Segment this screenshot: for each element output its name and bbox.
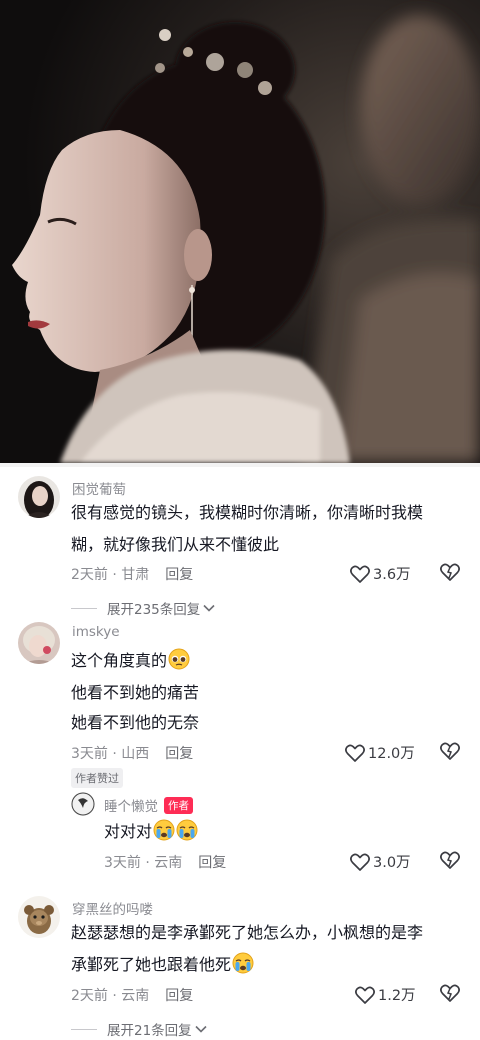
avatar[interactable]: [71, 792, 95, 816]
divider: [0, 463, 480, 467]
avatar[interactable]: [18, 622, 60, 664]
reply-button[interactable]: 回复: [198, 855, 226, 871]
divider-line: [71, 607, 97, 609]
comment-time-location: 3天前 · 云南: [104, 855, 183, 871]
comment-username[interactable]: 困觉葡萄: [72, 478, 126, 498]
expand-replies-label: 展开235条回复: [107, 602, 201, 618]
comment-username[interactable]: imskye: [72, 624, 120, 640]
comment-text-line: 承鄞死了她也跟着他死: [71, 950, 254, 980]
crying-face-emoji: [153, 819, 175, 841]
dislike-icon: [440, 742, 460, 760]
author-tag: 作者: [164, 797, 193, 814]
comment-text-line: 很有感觉的镜头，我模糊时你清晰，你清晰时我模: [71, 503, 424, 522]
dislike-icon: [440, 984, 460, 1002]
like-button[interactable]: 1.2万: [355, 984, 416, 1005]
comment-username[interactable]: 睡个懒觉: [104, 799, 158, 815]
dislike-button[interactable]: [440, 984, 460, 1006]
reply-username-row: 睡个懒觉 作者: [104, 795, 193, 815]
dislike-icon: [440, 563, 460, 581]
comment-meta: 2天前 · 甘肃 回复: [71, 564, 193, 584]
comment-meta: 2天前 · 云南 回复: [71, 985, 193, 1005]
comment-text-line: 对对对: [104, 817, 198, 847]
comment-text-line: 赵瑟瑟想的是李承鄞死了她怎么办，小枫想的是李: [71, 923, 424, 942]
comment-time-location: 3天前 · 山西: [71, 746, 150, 762]
expand-replies[interactable]: 展开21条回复: [71, 1019, 207, 1039]
video-still-image: [0, 0, 480, 463]
comment-text: 承鄞死了她也跟着他死: [71, 955, 232, 974]
chevron-down-icon: [203, 604, 215, 612]
comment-text-line: 这个角度真的: [71, 646, 190, 676]
video-frame[interactable]: [0, 0, 480, 463]
dislike-button[interactable]: [440, 563, 460, 585]
comment-time-location: 2天前 · 云南: [71, 988, 150, 1004]
like-button[interactable]: 3.6万: [350, 563, 411, 584]
comment-text-line: 糊，就好像我们从来不懂彼此: [71, 535, 280, 554]
reply-button[interactable]: 回复: [165, 567, 193, 583]
comment-text-line: 她看不到他的无奈: [71, 713, 200, 732]
comment-meta: 3天前 · 云南 回复: [104, 852, 226, 872]
comment-text: 对对对: [104, 822, 153, 841]
like-count: 3.6万: [373, 567, 411, 583]
like-count: 12.0万: [368, 746, 415, 762]
reply-button[interactable]: 回复: [165, 746, 193, 762]
author-liked-badge: 作者赞过: [71, 768, 123, 788]
like-button[interactable]: 3.0万: [350, 851, 411, 872]
avatar[interactable]: [18, 476, 60, 518]
comment-meta: 3天前 · 山西 回复: [71, 743, 193, 763]
divider-line: [71, 1028, 97, 1030]
heart-icon: [345, 744, 365, 762]
dislike-button[interactable]: [440, 742, 460, 764]
crying-face-emoji: [232, 952, 254, 974]
comment-text-line: 他看不到她的痛苦: [71, 683, 200, 702]
crying-face-emoji: [176, 819, 198, 841]
avatar[interactable]: [18, 896, 60, 938]
like-count: 1.2万: [378, 988, 416, 1004]
heart-icon: [350, 565, 370, 583]
pleading-face-emoji: [168, 648, 190, 670]
expand-replies-label: 展开21条回复: [107, 1023, 192, 1039]
like-count: 3.0万: [373, 855, 411, 871]
heart-icon: [355, 986, 375, 1004]
comment-text: 这个角度真的: [71, 651, 168, 670]
comment-time-location: 2天前 · 甘肃: [71, 567, 150, 583]
comment-username[interactable]: 穿黑丝的吗喽: [72, 898, 153, 918]
like-button[interactable]: 12.0万: [345, 742, 415, 763]
expand-replies[interactable]: 展开235条回复: [71, 598, 215, 618]
dislike-icon: [440, 851, 460, 869]
chevron-down-icon: [195, 1025, 207, 1033]
reply-button[interactable]: 回复: [165, 988, 193, 1004]
heart-icon: [350, 853, 370, 871]
dislike-button[interactable]: [440, 851, 460, 873]
